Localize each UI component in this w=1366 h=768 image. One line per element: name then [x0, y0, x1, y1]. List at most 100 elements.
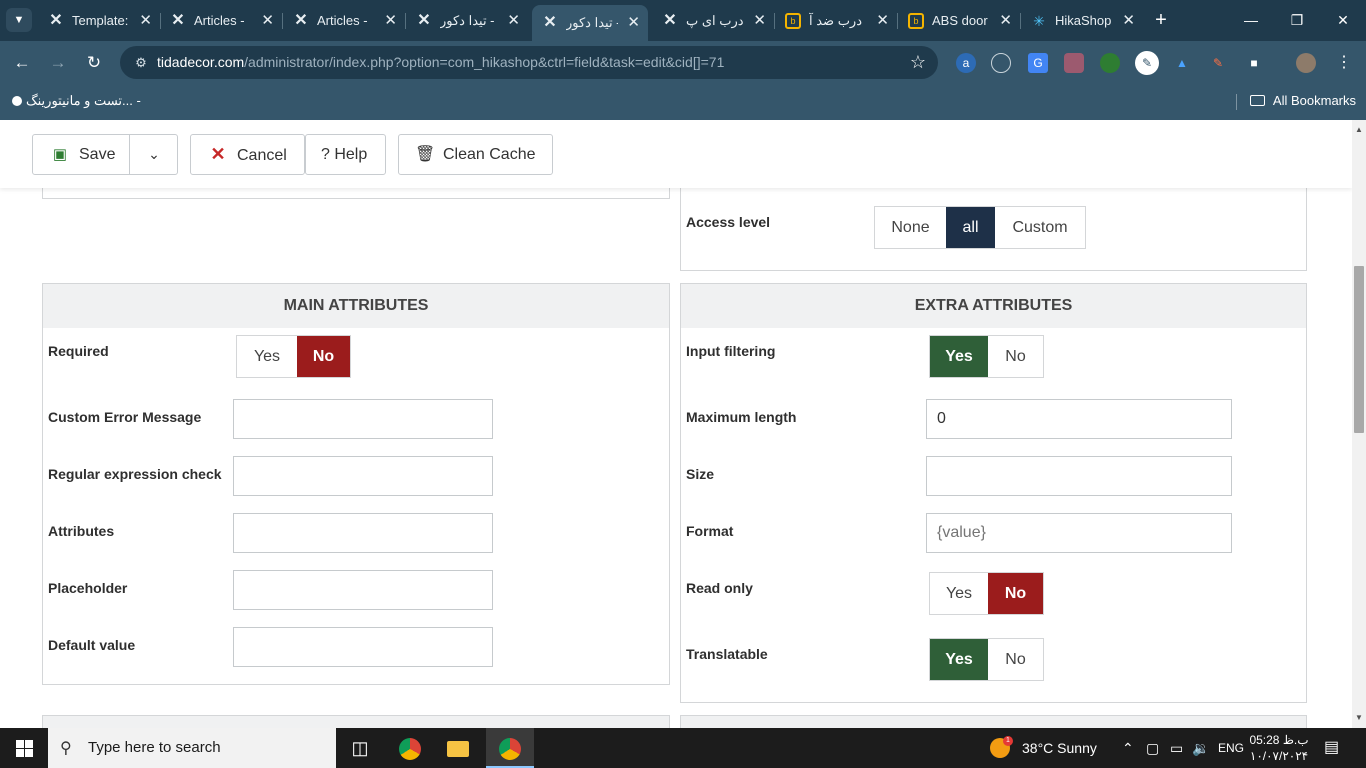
- save-dropdown-button[interactable]: ⌄: [130, 135, 178, 174]
- translate-extension-icon[interactable]: G: [1028, 53, 1048, 73]
- size-input[interactable]: [926, 456, 1232, 496]
- notifications-icon[interactable]: ▤: [1324, 728, 1339, 768]
- required-yes-option[interactable]: Yes: [237, 336, 297, 377]
- close-tab-icon[interactable]: ✕: [876, 6, 889, 35]
- close-tab-icon[interactable]: ✕: [507, 6, 520, 35]
- page-scrollbar[interactable]: ▲ ▼: [1352, 120, 1366, 728]
- extension-icon[interactable]: a: [956, 53, 976, 73]
- clean-cache-button[interactable]: 🗑 Clean Cache: [398, 134, 553, 175]
- windows-start-button[interactable]: [0, 728, 48, 768]
- extension-icon[interactable]: [1100, 53, 1120, 73]
- access-all-option[interactable]: all: [946, 207, 995, 248]
- format-label: Format: [686, 523, 734, 539]
- access-level-selector: None all Custom: [874, 206, 1086, 249]
- regex-check-input[interactable]: [233, 456, 493, 496]
- input-filtering-no-option[interactable]: No: [988, 336, 1043, 377]
- menu-dots-icon[interactable]: ⋮: [1334, 53, 1354, 73]
- close-tab-icon[interactable]: ✕: [139, 6, 152, 35]
- attributes-input[interactable]: [233, 513, 493, 553]
- profile-avatar[interactable]: [1296, 53, 1316, 73]
- browser-tab-strip: ▼ ✕ Template: ✕ ✕ Articles - ✕ ✕ Article…: [0, 0, 1366, 41]
- tab-search-button[interactable]: ▼: [6, 8, 32, 32]
- default-value-input[interactable]: [233, 627, 493, 667]
- bookmark-star-icon[interactable]: ☆: [910, 52, 926, 72]
- extension-icon[interactable]: [991, 53, 1011, 73]
- save-button[interactable]: ▣ Save: [33, 135, 129, 174]
- close-tab-icon[interactable]: ✕: [384, 6, 397, 35]
- address-bar[interactable]: ⚙ tidadecor.com/administrator/index.php?…: [120, 46, 938, 79]
- chrome-taskbar-icon[interactable]: [386, 728, 434, 768]
- joomla-icon: ✕: [294, 12, 308, 29]
- extensions-puzzle-icon[interactable]: ■: [1244, 53, 1264, 73]
- browser-tab[interactable]: b درب ضد آ ✕: [775, 6, 898, 35]
- volume-icon[interactable]: 🔉: [1192, 728, 1209, 768]
- extension-icon[interactable]: ▲: [1172, 53, 1192, 73]
- restore-button[interactable]: ❐: [1274, 0, 1320, 40]
- browser-tab[interactable]: ✕ تیدا دکور - ✕: [406, 6, 528, 35]
- custom-error-message-input[interactable]: [233, 399, 493, 439]
- joomla-icon: ✕: [171, 12, 185, 29]
- scrollbar-thumb[interactable]: [1354, 266, 1364, 433]
- show-hidden-icons-chevron-icon[interactable]: ⌃: [1122, 728, 1134, 768]
- minimize-button[interactable]: —: [1228, 0, 1274, 40]
- admin-toolbar: ▣ Save ⌄ ✕ Cancel ? Help 🗑 Clean Cache: [0, 120, 1352, 188]
- scroll-up-arrow-icon[interactable]: ▲: [1352, 123, 1366, 137]
- close-tab-icon[interactable]: ✕: [627, 8, 640, 37]
- taskbar-search-box[interactable]: ⚲ Type here to search: [48, 728, 336, 768]
- browser-tab-active[interactable]: ✕ تیدا دکور - ✕: [532, 5, 648, 41]
- close-window-button[interactable]: ✕: [1320, 0, 1366, 40]
- language-indicator[interactable]: ENG: [1218, 728, 1244, 768]
- forward-button[interactable]: →: [46, 51, 70, 75]
- extension-icon[interactable]: [1064, 53, 1084, 73]
- weather-text[interactable]: 38°C Sunny: [1022, 728, 1097, 768]
- file-explorer-icon[interactable]: [434, 728, 482, 768]
- back-button[interactable]: ←: [10, 51, 34, 75]
- browser-tab[interactable]: ✕ درب ای پ ✕: [652, 6, 775, 35]
- browser-tab[interactable]: ✕ Template: ✕: [38, 6, 161, 35]
- access-none-option[interactable]: None: [875, 207, 946, 248]
- input-filtering-yes-option[interactable]: Yes: [930, 336, 988, 377]
- close-tab-icon[interactable]: ✕: [1122, 6, 1135, 35]
- close-tab-icon[interactable]: ✕: [261, 6, 274, 35]
- read-only-yes-option[interactable]: Yes: [930, 573, 988, 614]
- browser-tab[interactable]: ✕ Articles - ✕: [160, 6, 283, 35]
- bookmark-item[interactable]: تست و مانیتورینگ... -: [12, 92, 141, 110]
- eyedropper-extension-icon[interactable]: ✎: [1135, 51, 1159, 75]
- browser-tab[interactable]: b ABS door ✕: [898, 6, 1021, 35]
- browser-tab[interactable]: ✕ Articles - ✕: [283, 6, 406, 35]
- chrome-profile-taskbar-icon[interactable]: [486, 728, 534, 768]
- arrow-right-icon: →: [49, 53, 67, 72]
- maximum-length-input[interactable]: [926, 399, 1232, 439]
- battery-icon[interactable]: ▭: [1170, 728, 1183, 768]
- new-tab-button[interactable]: +: [1150, 8, 1172, 32]
- extension-icon[interactable]: ✎: [1208, 53, 1228, 73]
- scroll-down-arrow-icon[interactable]: ▼: [1352, 711, 1366, 725]
- clock[interactable]: 05:28 ب.ظ ۱۰/۰۷/۲۰۲۴: [1248, 732, 1310, 764]
- read-only-no-option[interactable]: No: [988, 573, 1043, 614]
- placeholder-input[interactable]: [233, 570, 493, 610]
- task-view-icon[interactable]: ◫: [336, 728, 384, 768]
- all-bookmarks-button[interactable]: All Bookmarks: [1249, 92, 1356, 110]
- meet-now-icon[interactable]: ▢: [1146, 728, 1159, 768]
- cancel-button[interactable]: ✕ Cancel: [190, 134, 305, 175]
- required-label: Required: [48, 343, 109, 359]
- floppy-disk-icon: ▣: [52, 146, 68, 163]
- reload-button[interactable]: ↻: [82, 51, 106, 75]
- arrow-left-icon: ←: [13, 53, 31, 72]
- access-custom-option[interactable]: Custom: [995, 207, 1085, 248]
- size-label: Size: [686, 466, 715, 482]
- help-button[interactable]: ? Help: [305, 134, 386, 175]
- translatable-yes-option[interactable]: Yes: [930, 639, 988, 680]
- format-input[interactable]: [926, 513, 1232, 553]
- browser-toolbar: ← → ↻ ⚙ tidadecor.com/administrator/inde…: [0, 41, 1366, 85]
- url-text[interactable]: tidadecor.com/administrator/index.php?op…: [157, 46, 724, 79]
- windows-taskbar: ⚲ Type here to search ◫ 1 38°C Sunny ⌃ ▢…: [0, 728, 1366, 768]
- translatable-no-option[interactable]: No: [988, 639, 1043, 680]
- reload-icon: ↻: [86, 53, 102, 72]
- required-no-option[interactable]: No: [297, 336, 350, 377]
- site-info-icon[interactable]: ⚙: [132, 54, 150, 72]
- browser-tab[interactable]: ✳ HikaShop ✕: [1021, 6, 1143, 35]
- close-tab-icon[interactable]: ✕: [753, 6, 766, 35]
- input-filtering-label: Input filtering: [686, 343, 776, 359]
- close-tab-icon[interactable]: ✕: [999, 6, 1012, 35]
